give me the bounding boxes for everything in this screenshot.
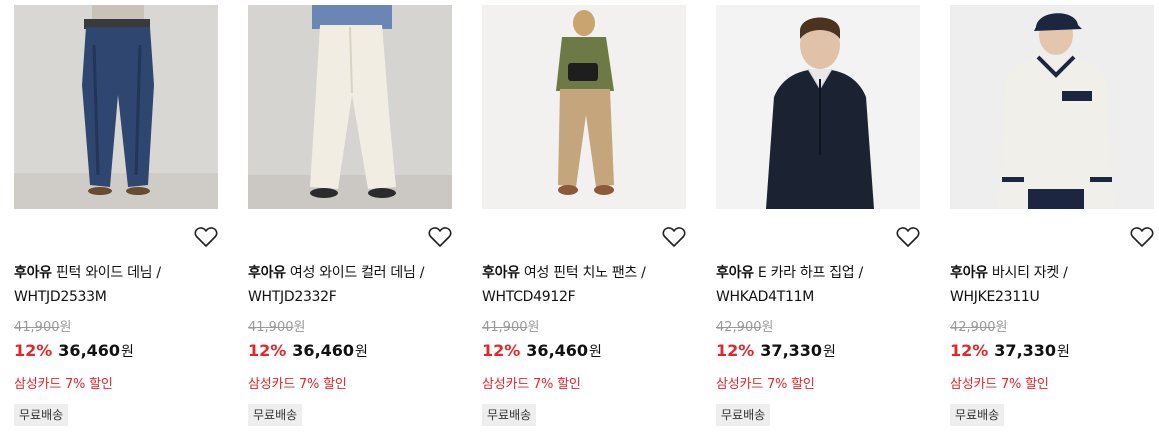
sale-price: 36,460 bbox=[526, 341, 589, 360]
discount-rate: 12% bbox=[716, 341, 755, 360]
product-title[interactable]: 후아유 핀턱 와이드 데님 / WHTJD2533M bbox=[14, 261, 224, 309]
card-promo-text: 삼성카드 7% 할인 bbox=[482, 377, 581, 392]
sale-price: 37,330 bbox=[994, 341, 1057, 360]
sale-price-row: 12% 37,330원 bbox=[950, 341, 1070, 361]
product-brand: 후아유 bbox=[950, 265, 988, 281]
product-title[interactable]: 후아유 여성 와이드 컬러 데님 / WHTJD2332F bbox=[248, 261, 458, 309]
product-title[interactable]: 후아유 여성 핀턱 치노 팬츠 / WHTCD4912F bbox=[482, 261, 692, 309]
product-card[interactable]: 후아유 여성 핀턱 치노 팬츠 / WHTCD4912F 41,900원 12%… bbox=[482, 5, 686, 426]
product-title[interactable]: 후아유 바시티 자켓 / WHJKE2311U bbox=[950, 261, 1159, 309]
free-shipping-badge: 무료배송 bbox=[950, 404, 1005, 426]
card-promo-text: 삼성카드 7% 할인 bbox=[14, 377, 113, 392]
product-brand: 후아유 bbox=[14, 265, 52, 281]
product-image[interactable] bbox=[716, 5, 920, 209]
heart-icon[interactable] bbox=[896, 226, 920, 248]
product-card[interactable]: 후아유 여성 와이드 컬러 데님 / WHTJD2332F 41,900원 12… bbox=[248, 5, 452, 426]
original-price: 41,900원 bbox=[248, 320, 306, 335]
product-brand: 후아유 bbox=[482, 265, 520, 281]
currency-unit: 원 bbox=[121, 344, 134, 360]
heart-icon[interactable] bbox=[1130, 226, 1154, 248]
heart-icon[interactable] bbox=[428, 226, 452, 248]
card-promo-text: 삼성카드 7% 할인 bbox=[950, 377, 1049, 392]
currency-unit: 원 bbox=[589, 344, 602, 360]
free-shipping-badge: 무료배송 bbox=[248, 404, 303, 426]
discount-rate: 12% bbox=[14, 341, 53, 360]
original-price: 42,900원 bbox=[716, 320, 774, 335]
heart-icon[interactable] bbox=[662, 226, 686, 248]
product-card[interactable]: 후아유 핀턱 와이드 데님 / WHTJD2533M 41,900원 12% 36… bbox=[14, 5, 218, 426]
product-image[interactable] bbox=[950, 5, 1154, 209]
free-shipping-badge: 무료배송 bbox=[14, 404, 69, 426]
sale-price: 37,330 bbox=[760, 341, 823, 360]
discount-rate: 12% bbox=[950, 341, 989, 360]
currency-unit: 원 bbox=[355, 344, 368, 360]
card-promo-text: 삼성카드 7% 할인 bbox=[716, 377, 815, 392]
free-shipping-badge: 무료배송 bbox=[716, 404, 771, 426]
currency-unit: 원 bbox=[1057, 344, 1070, 360]
product-title[interactable]: 후아유 E 카라 하프 집업 / WHKAD4T11M bbox=[716, 261, 926, 309]
heart-icon[interactable] bbox=[194, 226, 218, 248]
product-card[interactable]: 후아유 E 카라 하프 집업 / WHKAD4T11M 42,900원 12% 3… bbox=[716, 5, 920, 426]
sale-price: 36,460 bbox=[292, 341, 355, 360]
product-image[interactable] bbox=[14, 5, 218, 209]
currency-unit: 원 bbox=[823, 344, 836, 360]
sale-price-row: 12% 37,330원 bbox=[716, 341, 836, 361]
sale-price: 36,460 bbox=[58, 341, 121, 360]
original-price: 41,900원 bbox=[482, 320, 540, 335]
discount-rate: 12% bbox=[482, 341, 521, 360]
product-brand: 후아유 bbox=[248, 265, 286, 281]
product-card[interactable]: 후아유 바시티 자켓 / WHJKE2311U 42,900원 12% 37,33… bbox=[950, 5, 1154, 426]
original-price: 41,900원 bbox=[14, 320, 72, 335]
product-brand: 후아유 bbox=[716, 265, 754, 281]
card-promo-text: 삼성카드 7% 할인 bbox=[248, 377, 347, 392]
product-image[interactable] bbox=[482, 5, 686, 209]
sale-price-row: 12% 36,460원 bbox=[248, 341, 368, 361]
sale-price-row: 12% 36,460원 bbox=[14, 341, 134, 361]
discount-rate: 12% bbox=[248, 341, 287, 360]
original-price: 42,900원 bbox=[950, 320, 1008, 335]
product-image[interactable] bbox=[248, 5, 452, 209]
free-shipping-badge: 무료배송 bbox=[482, 404, 537, 426]
sale-price-row: 12% 36,460원 bbox=[482, 341, 602, 361]
